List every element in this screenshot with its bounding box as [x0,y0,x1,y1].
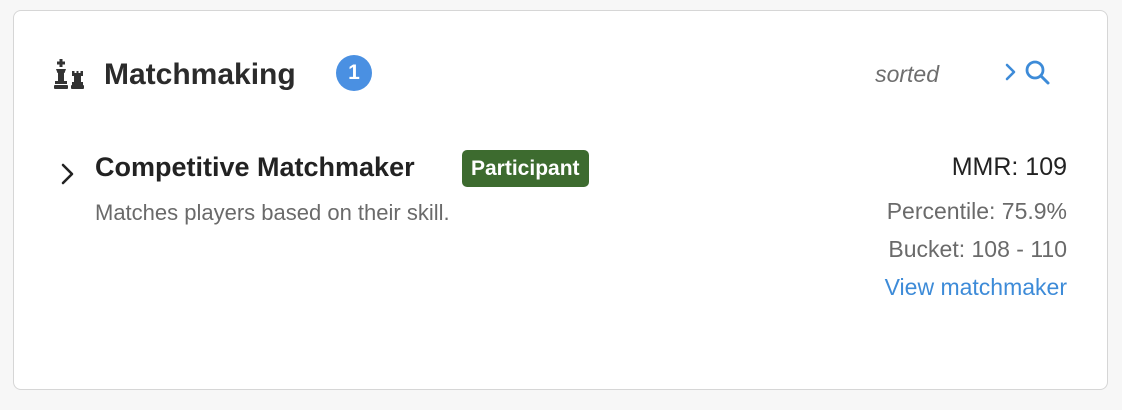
matchmaker-description: Matches players based on their skill. [95,200,450,225]
chevron-right-icon [1005,63,1016,81]
card-header: Matchmaking 1 sorted [52,55,1061,95]
count-badge: 1 [336,55,372,91]
participant-badge: Participant [462,150,589,187]
search-icon [1025,60,1050,85]
mmr-value: MMR: 109 [951,153,1067,181]
bucket-value: Bucket: 108 - 110 [888,236,1067,262]
matchmaking-card: Matchmaking 1 sorted Competitive Matchma… [13,10,1108,390]
page-title: Matchmaking [104,58,296,91]
chess-pieces-icon [54,59,84,89]
search-toggle-button[interactable] [1001,57,1057,89]
view-matchmaker-link[interactable]: View matchmaker [885,272,1067,308]
matchmaker-name: Competitive Matchmaker [95,152,415,182]
sort-label: sorted [875,61,939,87]
percentile-value: Percentile: 75.9% [886,198,1067,224]
expand-chevron-icon[interactable] [58,161,78,187]
matchmaker-stats: MMR: 109 Percentile: 75.9% Bucket: 108 -… [885,150,1067,308]
